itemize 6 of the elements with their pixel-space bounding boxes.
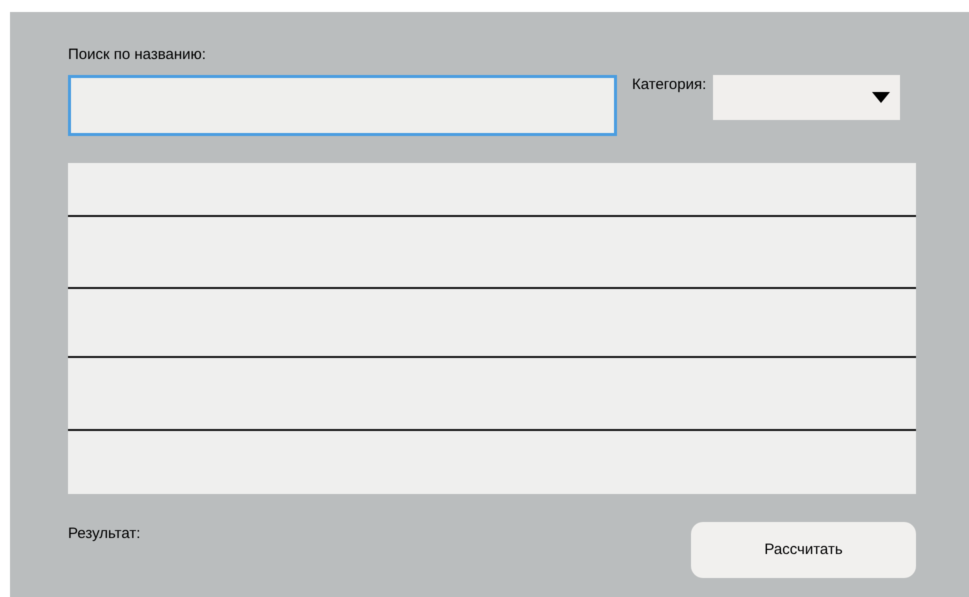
calculate-button[interactable]: Рассчитать: [691, 522, 916, 578]
caret-icon: [872, 92, 890, 103]
result-label: Результат:: [68, 525, 140, 543]
category-label: Категория:: [632, 76, 706, 94]
search-label: Поиск по названию:: [68, 46, 206, 64]
search-field[interactable]: [68, 75, 617, 136]
